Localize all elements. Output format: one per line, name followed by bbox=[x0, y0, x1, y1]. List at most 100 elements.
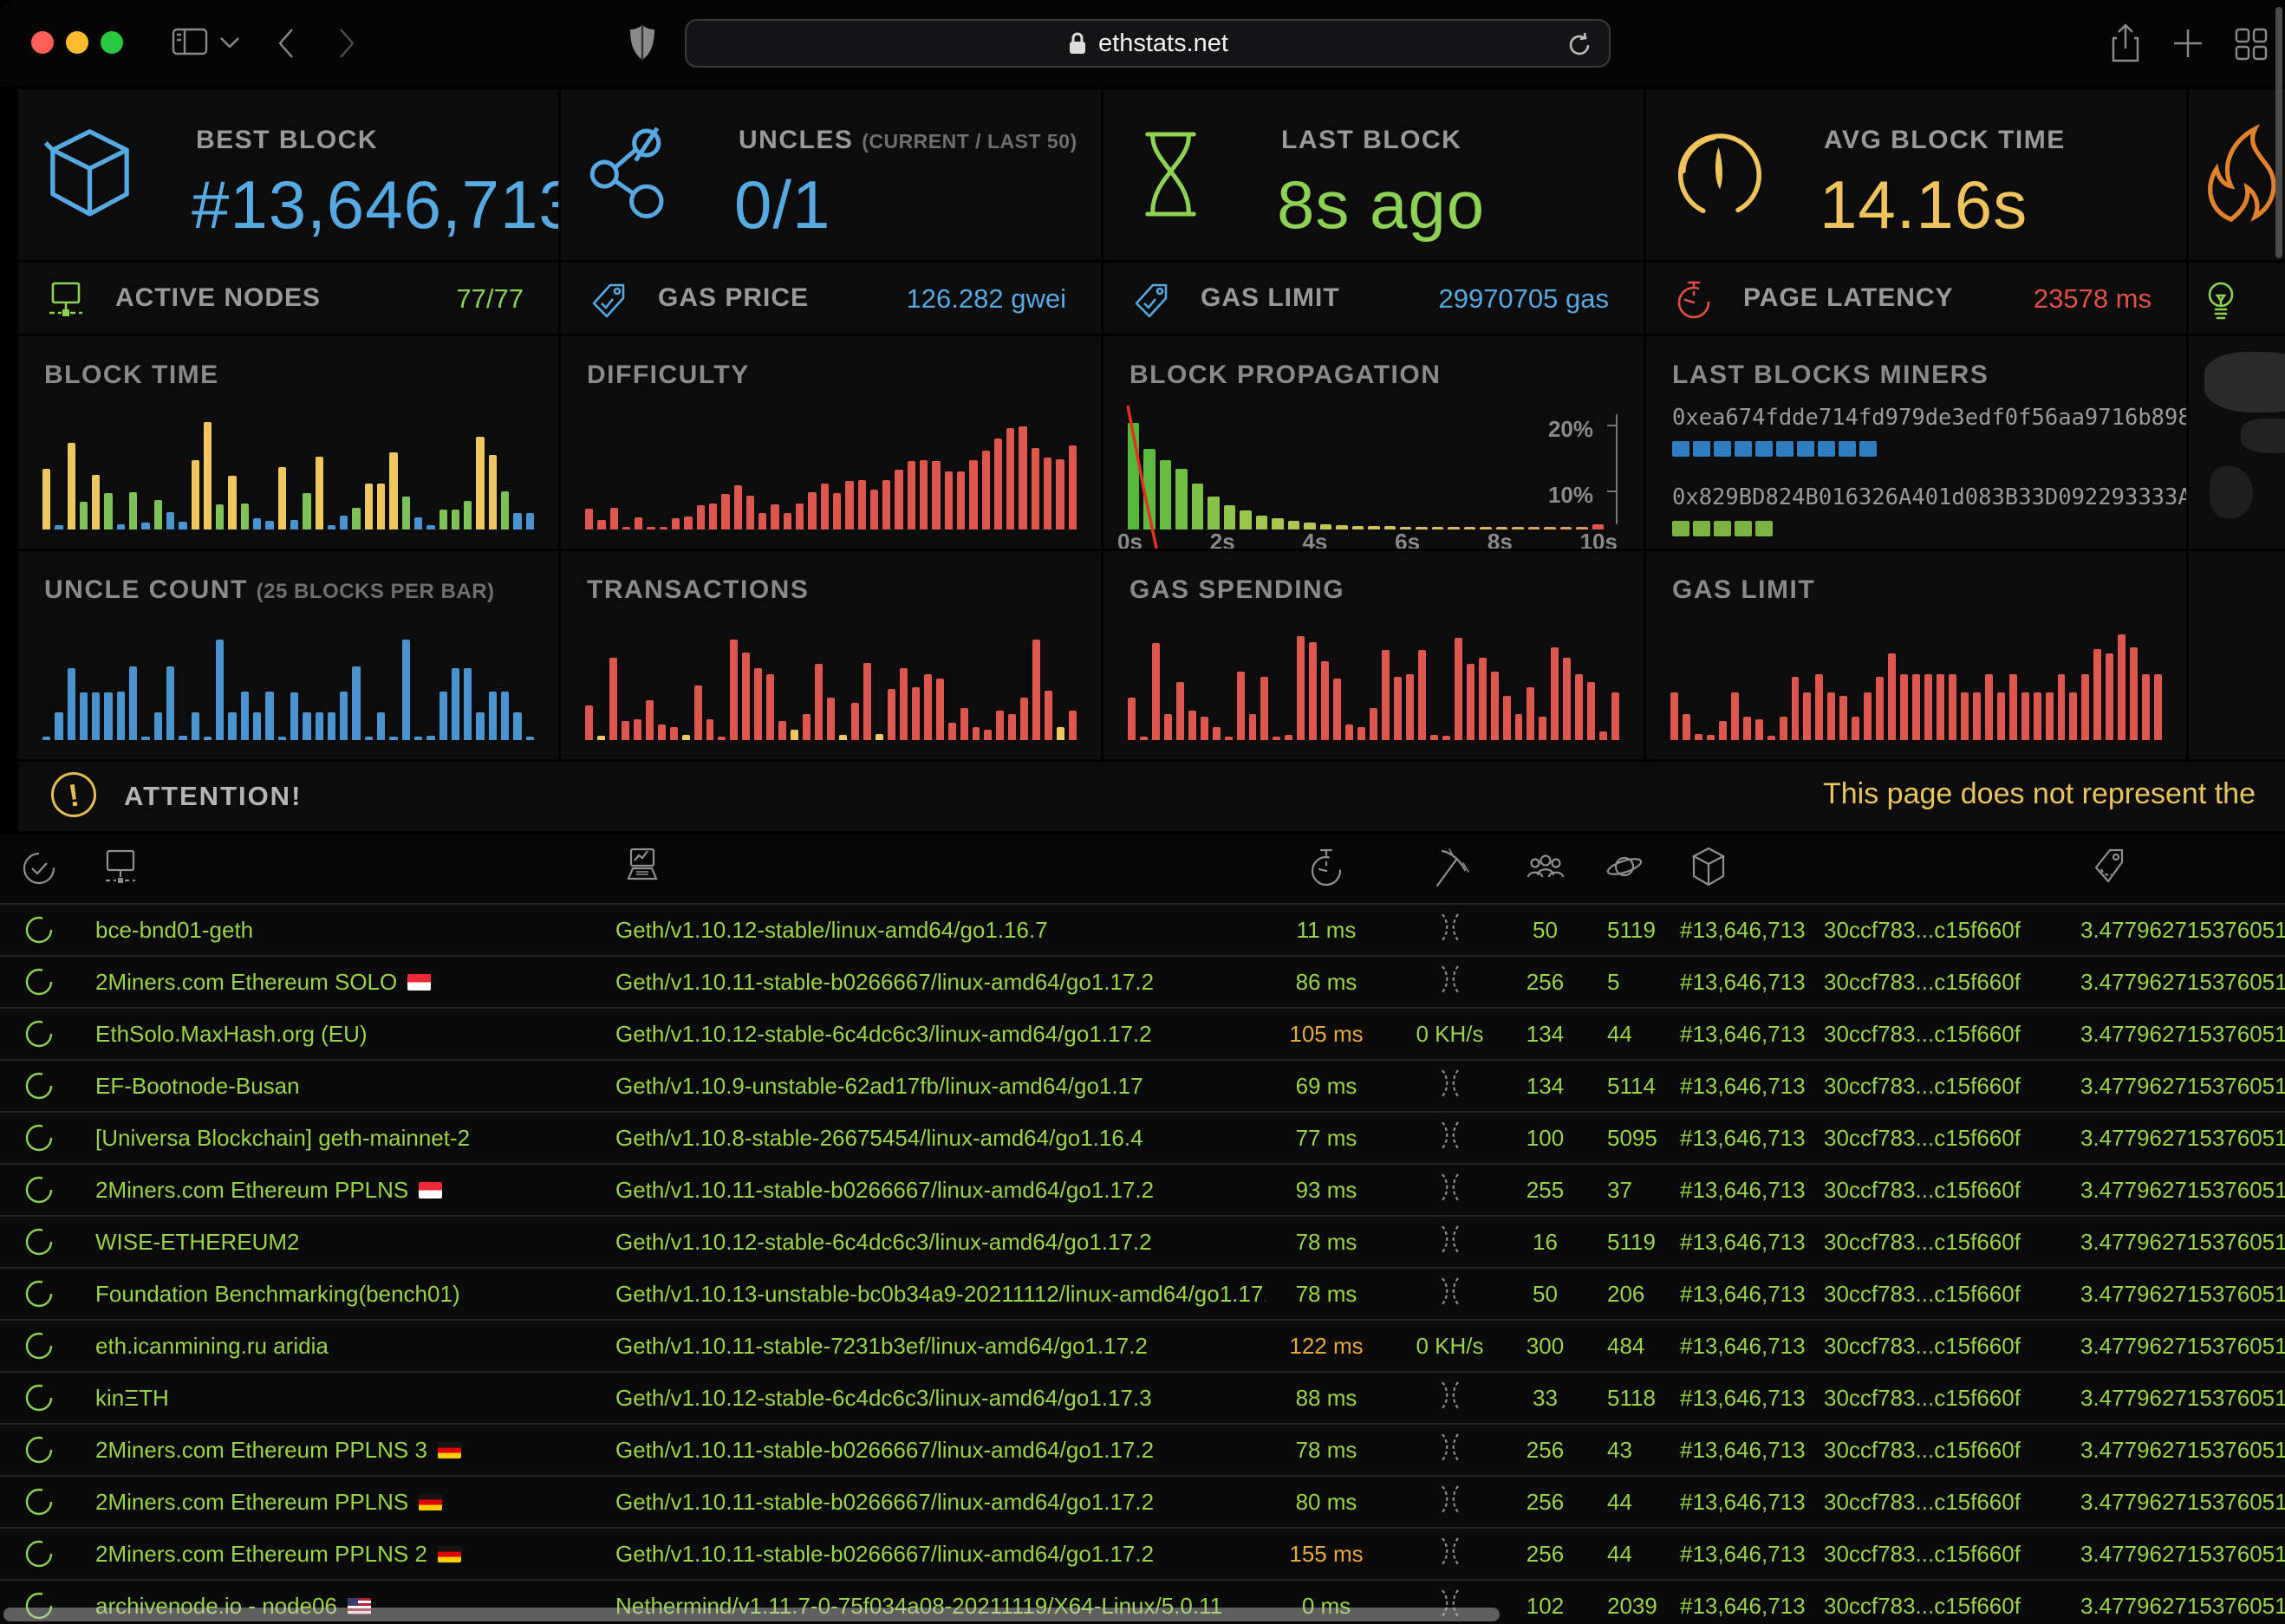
chart-bar bbox=[290, 520, 298, 529]
table-row[interactable]: 2Miners.com Ethereum PPLNSGeth/v1.10.11-… bbox=[0, 1163, 2285, 1215]
chart-bar bbox=[597, 736, 605, 740]
chart-bar bbox=[204, 422, 212, 529]
table-row[interactable]: WISE-ETHEREUM2Geth/v1.10.12-stable-6c4dc… bbox=[0, 1215, 2285, 1267]
node-status-icon bbox=[23, 1018, 55, 1049]
gas-limit-chart-title: GAS LIMIT bbox=[1672, 575, 1815, 605]
mining-icon bbox=[1438, 1068, 1462, 1099]
tab-overview-icon[interactable] bbox=[2233, 26, 2269, 62]
node-block-hash: 30ccf783...c15f660f bbox=[1812, 969, 2072, 996]
chart-bar bbox=[526, 737, 534, 740]
node-name[interactable]: 2Miners.com Ethereum PPLNS bbox=[78, 1177, 598, 1204]
node-mining bbox=[1387, 1224, 1513, 1261]
table-row[interactable]: [Universa Blockchain] geth-mainnet-2Geth… bbox=[0, 1111, 2285, 1163]
sidebar-icon[interactable] bbox=[170, 24, 210, 59]
lock-icon bbox=[1067, 30, 1088, 56]
vertical-scrollbar[interactable] bbox=[2275, 7, 2282, 258]
pending-planet-icon bbox=[1604, 848, 1645, 886]
chart-bar bbox=[908, 461, 915, 529]
node-block: #13,646,713 bbox=[1673, 1541, 1812, 1568]
node-name[interactable]: 2Miners.com Ethereum SOLO bbox=[78, 969, 598, 996]
node-latency: 69 ms bbox=[1266, 1073, 1387, 1100]
node-pending: 37 bbox=[1578, 1177, 1673, 1204]
node-name[interactable]: [Universa Blockchain] geth-mainnet-2 bbox=[78, 1125, 598, 1152]
chart-bar bbox=[154, 500, 162, 529]
active-nodes-label: ACTIVE NODES bbox=[115, 283, 321, 313]
miner-address[interactable]: 0xea674fdde714fd979de3edf0f56aa9716b898e… bbox=[1672, 405, 2186, 431]
node-name[interactable]: Foundation Benchmarking(bench01) bbox=[78, 1281, 598, 1308]
chart-bar bbox=[960, 708, 968, 740]
address-bar[interactable]: ethstats.net bbox=[685, 19, 1611, 68]
table-row[interactable]: 2Miners.com Ethereum SOLOGeth/v1.10.11-s… bbox=[0, 955, 2285, 1007]
chevron-down-icon[interactable] bbox=[218, 35, 241, 50]
gas-spending-chart: GAS SPENDING bbox=[1103, 551, 1644, 759]
chart-bar bbox=[489, 455, 497, 529]
chart-bar bbox=[1201, 717, 1208, 740]
chart-bar bbox=[92, 692, 100, 740]
share-icon[interactable] bbox=[2108, 21, 2143, 66]
node-block: #13,646,713 bbox=[1673, 1437, 1812, 1464]
chart-bar bbox=[439, 692, 447, 740]
back-icon[interactable] bbox=[274, 24, 298, 62]
node-pending: 484 bbox=[1578, 1333, 1673, 1360]
table-row[interactable]: 2Miners.com Ethereum PPLNS 3Geth/v1.10.1… bbox=[0, 1423, 2285, 1475]
node-pending: 44 bbox=[1578, 1489, 1673, 1516]
node-name[interactable]: EthSolo.MaxHash.org (EU) bbox=[78, 1021, 598, 1048]
chart-bar bbox=[513, 513, 521, 529]
node-block: #13,646,713 bbox=[1673, 969, 1812, 996]
zoom-window-button[interactable] bbox=[101, 31, 123, 54]
status-check-icon bbox=[20, 848, 58, 889]
chart-bar bbox=[253, 518, 261, 529]
table-row[interactable]: Foundation Benchmarking(bench01)Geth/v1.… bbox=[0, 1267, 2285, 1319]
chart-bar bbox=[104, 493, 112, 529]
chart-bar bbox=[1839, 696, 1847, 740]
chart-bar bbox=[241, 503, 249, 529]
reload-icon[interactable] bbox=[1566, 31, 1593, 59]
forward-icon[interactable] bbox=[335, 24, 359, 62]
chart-bar bbox=[476, 437, 484, 529]
node-name[interactable]: 2Miners.com Ethereum PPLNS 2 bbox=[78, 1541, 598, 1568]
close-window-button[interactable] bbox=[31, 31, 54, 54]
chart-bar bbox=[1176, 682, 1184, 740]
table-row[interactable]: kinΞTHGeth/v1.10.12-stable-6c4dc6c3/linu… bbox=[0, 1371, 2285, 1423]
node-type: Geth/v1.10.11-stable-b0266667/linux-amd6… bbox=[598, 1437, 1266, 1464]
node-total-difficulty: 3.477962715376051e+22 bbox=[2072, 1333, 2285, 1360]
chart-bar bbox=[1780, 717, 1787, 740]
node-name[interactable]: eth.icanmining.ru aridia bbox=[78, 1333, 598, 1360]
chart-bar bbox=[1382, 650, 1390, 740]
block-cube-icon bbox=[1690, 845, 1727, 888]
table-row[interactable]: 2Miners.com Ethereum PPLNSGeth/v1.10.11-… bbox=[0, 1475, 2285, 1527]
chart-bar bbox=[278, 737, 286, 740]
chart-bar bbox=[647, 527, 654, 529]
node-block-hash: 30ccf783...c15f660f bbox=[1812, 1333, 2072, 1360]
shield-icon[interactable] bbox=[628, 23, 657, 62]
node-block: #13,646,713 bbox=[1673, 1333, 1812, 1360]
node-name[interactable]: kinΞTH bbox=[78, 1385, 598, 1412]
chart-bar bbox=[1188, 711, 1196, 740]
node-name[interactable]: WISE-ETHEREUM2 bbox=[78, 1229, 598, 1256]
new-tab-icon[interactable] bbox=[2171, 26, 2205, 61]
transactions-bars bbox=[585, 634, 1077, 740]
node-monitor-icon bbox=[102, 846, 139, 887]
node-name[interactable]: bce-bnd01-geth bbox=[78, 917, 598, 944]
chart-bar bbox=[2009, 674, 2017, 740]
chart-bar bbox=[706, 719, 714, 740]
table-row[interactable]: EthSolo.MaxHash.org (EU)Geth/v1.10.12-st… bbox=[0, 1007, 2285, 1059]
node-name[interactable]: 2Miners.com Ethereum PPLNS 3 bbox=[78, 1437, 598, 1464]
node-name[interactable]: EF-Bootnode-Busan bbox=[78, 1073, 598, 1100]
node-mining bbox=[1387, 1120, 1513, 1157]
table-row[interactable]: 2Miners.com Ethereum PPLNS 2Geth/v1.10.1… bbox=[0, 1527, 2285, 1579]
table-row[interactable]: bce-bnd01-gethGeth/v1.10.12-stable/linux… bbox=[0, 903, 2285, 955]
chart-bar bbox=[2130, 647, 2138, 740]
chart-bar bbox=[1032, 448, 1039, 529]
node-name[interactable]: 2Miners.com Ethereum PPLNS bbox=[78, 1489, 598, 1516]
tag-icon bbox=[1131, 280, 1171, 320]
table-row[interactable]: EF-Bootnode-BusanGeth/v1.10.9-unstable-6… bbox=[0, 1059, 2285, 1111]
node-type: Geth/v1.10.11-stable-b0266667/linux-amd6… bbox=[598, 969, 1266, 996]
minimize-window-button[interactable] bbox=[66, 31, 88, 54]
chart-bar bbox=[1973, 692, 1981, 740]
horizontal-scrollbar[interactable] bbox=[3, 1608, 1500, 1621]
chart-bar bbox=[622, 721, 629, 740]
table-row[interactable]: eth.icanmining.ru aridiaGeth/v1.10.11-st… bbox=[0, 1319, 2285, 1371]
miner-address[interactable]: 0x829BD824B016326A401d083B33D092293333A8… bbox=[1672, 484, 2186, 510]
attention-message: This page does not represent the bbox=[1823, 777, 2256, 811]
